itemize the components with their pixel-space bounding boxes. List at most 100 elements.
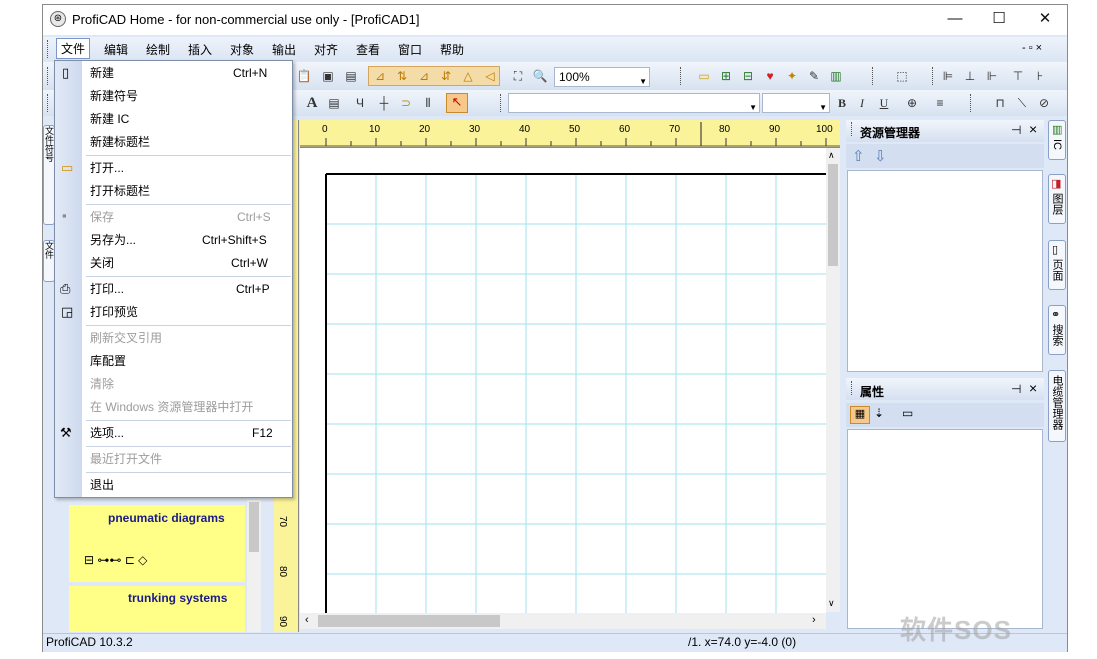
app-icon[interactable]: ⊛ [50, 11, 66, 27]
canvas-hscroll-thumb[interactable] [318, 615, 500, 627]
underline-icon[interactable]: U [876, 95, 892, 111]
italic-icon[interactable]: I [854, 95, 870, 111]
align-left-icon[interactable]: ⊫ [940, 68, 956, 84]
zoom-fit-icon[interactable]: ⛶ [510, 68, 526, 84]
property-pages-icon[interactable]: ▭ [902, 406, 913, 420]
align-center-icon[interactable]: ⊥ [962, 68, 978, 84]
bold-icon[interactable]: B [834, 95, 850, 111]
font-size-combo[interactable]: ▼ [762, 93, 830, 113]
toolbar-grip[interactable] [500, 94, 504, 112]
pages-side-tab[interactable]: ▯ 页面 [1048, 240, 1066, 290]
up-arrow-icon[interactable]: ⇧ [852, 147, 865, 165]
toolbar-grip[interactable] [932, 67, 936, 85]
menu-insert[interactable]: 插入 [188, 41, 212, 58]
align-text-icon[interactable]: ≡ [932, 95, 948, 111]
network-icon[interactable]: ⊟ [740, 68, 756, 84]
paste-icon[interactable]: 📋 [296, 68, 312, 84]
ic-icon[interactable]: ▥ [828, 68, 844, 84]
library-scroll-thumb[interactable] [249, 502, 259, 552]
line-icon[interactable]: ⟍ [1014, 95, 1030, 111]
menu-item-save[interactable]: 保存 [90, 208, 114, 226]
sort-alpha-icon[interactable]: ⇣ [874, 406, 884, 420]
menu-output[interactable]: 输出 [272, 41, 296, 58]
scroll-up-icon[interactable]: ∧ [828, 150, 835, 161]
bus-icon[interactable]: ⦀ [420, 95, 436, 111]
minimize-button[interactable]: — [940, 8, 970, 30]
toolbar-grip[interactable] [872, 67, 876, 85]
menu-item-close[interactable]: 关闭 [90, 254, 114, 272]
menu-item-refresh-crossref[interactable]: 刷新交叉引用 [90, 329, 162, 347]
down-arrow-icon[interactable]: ⇩ [874, 147, 887, 165]
no-icon[interactable]: ⊘ [1036, 95, 1052, 111]
menu-item-library-config[interactable]: 库配置 [90, 352, 126, 370]
layers-side-tab[interactable]: ◨ 图层 [1048, 174, 1066, 224]
panel-grip[interactable] [851, 122, 855, 136]
pin-icon[interactable]: ⊣ [1011, 382, 1021, 396]
scroll-down-icon[interactable]: ∨ [828, 598, 835, 609]
junction-icon[interactable]: ┼ [376, 95, 392, 111]
align-bottom-icon[interactable]: ⊦ [1032, 68, 1048, 84]
menu-item-save-as[interactable]: 另存为... [90, 231, 136, 249]
menu-window[interactable]: 窗口 [398, 41, 422, 58]
props-grid[interactable] [847, 429, 1043, 629]
flip-icon[interactable]: ⊿ [372, 68, 388, 84]
edit-icon[interactable]: ✎ [806, 68, 822, 84]
menu-item-recent-files[interactable]: 最近打开文件 [90, 450, 162, 468]
pneumatic-symbols-icon[interactable]: ⊟ ⊶⊷ ⊏ ◇ [84, 553, 147, 567]
label-icon[interactable]: ⊃ [398, 95, 414, 111]
font-combo[interactable]: ▼ [508, 93, 760, 113]
panel-grip[interactable] [851, 381, 855, 395]
menu-item-print[interactable]: 打印... [90, 280, 124, 298]
menu-item-new[interactable]: 新建 [90, 64, 114, 82]
sparkle-icon[interactable]: ✦ [784, 68, 800, 84]
mdi-controls[interactable]: - ▫ × [1022, 42, 1042, 54]
cable-manager-side-tab[interactable]: 电缆管理器 [1048, 370, 1066, 442]
rotate-left-icon[interactable]: ⊿ [416, 68, 432, 84]
menu-item-new-symbol[interactable]: 新建符号 [90, 87, 138, 105]
mirror-icon[interactable]: ⇅ [394, 68, 410, 84]
toolbar-grip[interactable] [47, 67, 51, 85]
flip-h-icon[interactable]: △ [460, 68, 476, 84]
search-side-tab[interactable]: ⚭ 搜索 [1048, 305, 1066, 355]
select-icon[interactable]: ⬚ [894, 68, 910, 84]
search-icon[interactable]: ⊕ [904, 95, 920, 111]
align-right-icon[interactable]: ⊩ [984, 68, 1000, 84]
menu-item-open-in-explorer[interactable]: 在 Windows 资源管理器中打开 [90, 398, 253, 416]
menu-item-open-titleblock[interactable]: 打开标题栏 [90, 182, 150, 200]
dimension-icon[interactable]: ⊓ [992, 95, 1008, 111]
scroll-right-icon[interactable]: › [812, 614, 816, 626]
scroll-left-icon[interactable]: ‹ [305, 614, 309, 626]
toolbar-grip[interactable] [970, 94, 974, 112]
rotate-right-icon[interactable]: ⇵ [438, 68, 454, 84]
toolbar-grip[interactable] [680, 67, 684, 85]
pin-icon[interactable]: ⊣ [1011, 123, 1021, 137]
zoom-icon[interactable]: 🔍 [532, 68, 548, 84]
menu-edit[interactable]: 编辑 [104, 41, 128, 58]
menu-object[interactable]: 对象 [230, 41, 254, 58]
menu-item-new-ic[interactable]: 新建 IC [90, 110, 129, 128]
menu-help[interactable]: 帮助 [440, 41, 464, 58]
menu-file[interactable]: 文件 [56, 38, 91, 59]
heart-icon[interactable]: ♥ [762, 68, 778, 84]
close-button[interactable]: ✕ [1030, 8, 1060, 30]
image-icon[interactable]: ▣ [320, 68, 336, 84]
menu-item-options[interactable]: 选项... [90, 424, 124, 442]
resource-tree[interactable] [847, 170, 1043, 372]
picture-icon[interactable]: ▤ [343, 68, 359, 84]
menu-align[interactable]: 对齐 [314, 41, 338, 58]
wire-icon[interactable]: Ч [352, 95, 368, 111]
toolbar-grip[interactable] [47, 94, 51, 112]
menu-item-clear[interactable]: 清除 [90, 375, 114, 393]
tree-icon[interactable]: ⊞ [718, 68, 734, 84]
text-icon[interactable]: A [304, 95, 320, 111]
drawing-canvas[interactable] [300, 148, 826, 613]
textbox-icon[interactable]: ▤ [326, 95, 342, 111]
canvas-vscroll-thumb[interactable] [828, 164, 838, 266]
align-top-icon[interactable]: ⊤ [1010, 68, 1026, 84]
categorized-icon[interactable]: ▦ [850, 406, 870, 424]
close-icon[interactable]: × [1029, 121, 1037, 137]
menu-item-print-preview[interactable]: 打印预览 [90, 303, 138, 321]
menu-item-new-titleblock[interactable]: 新建标题栏 [90, 133, 150, 151]
zoom-combo[interactable]: 100% ▼ [554, 67, 650, 87]
maximize-button[interactable]: ☐ [984, 8, 1014, 30]
